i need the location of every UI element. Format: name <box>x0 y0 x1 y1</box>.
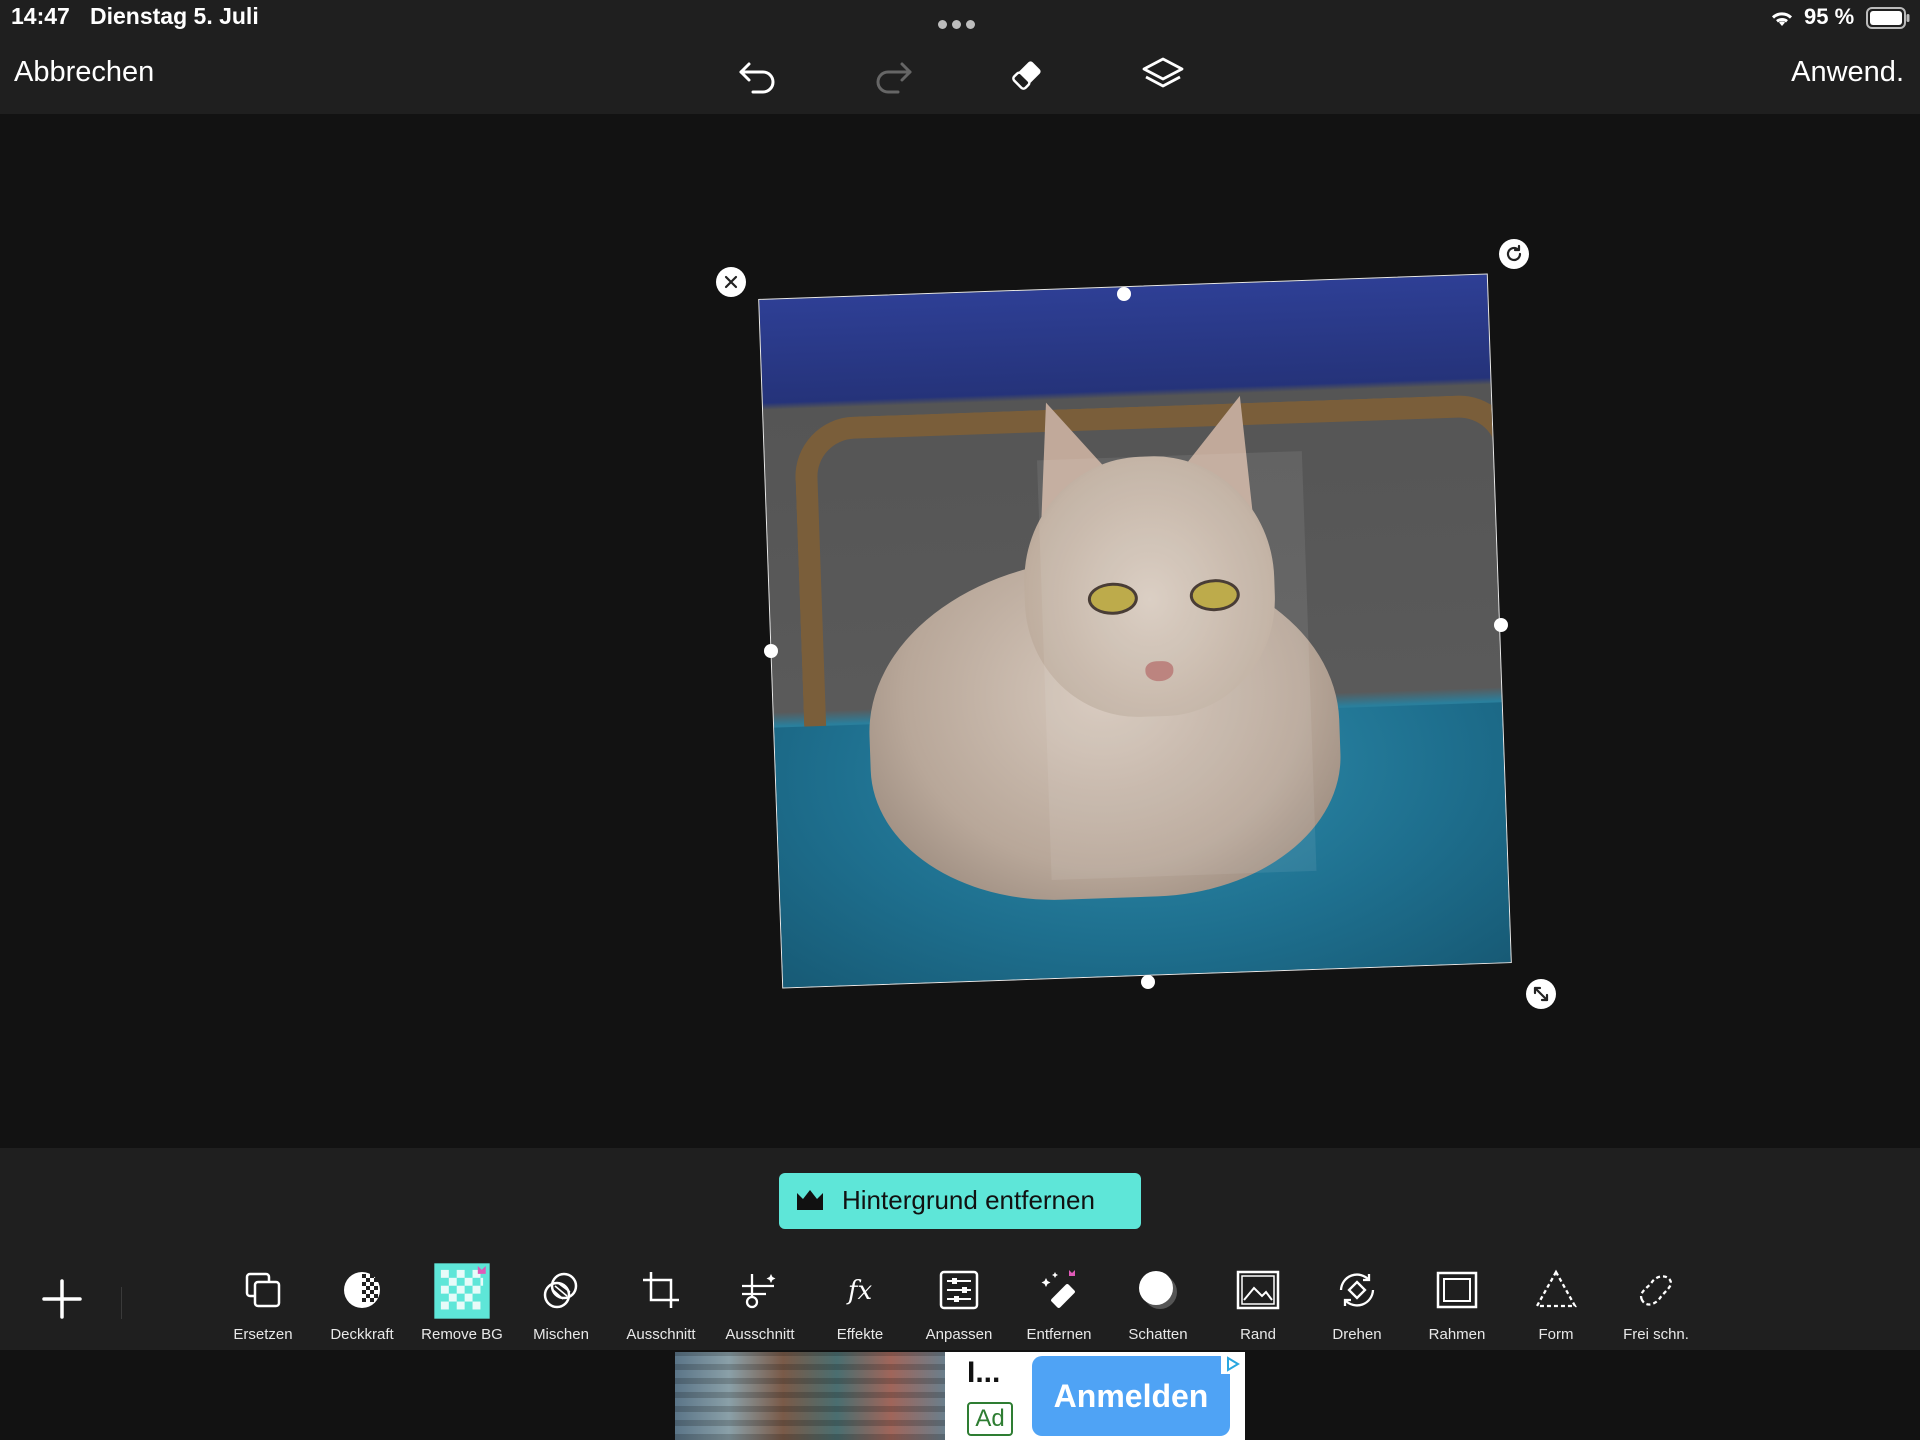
ad-banner[interactable]: I... Ad Anmelden <box>675 1352 1245 1440</box>
status-date: Dienstag 5. Juli <box>90 3 259 29</box>
replace-icon <box>245 1272 281 1308</box>
resize-handle-bottom[interactable] <box>1141 975 1155 989</box>
crop-icon <box>643 1272 679 1308</box>
eraser-icon[interactable] <box>1002 50 1052 100</box>
tool-label: Entfernen <box>1026 1326 1092 1343</box>
tool-effekte[interactable]: fx Effekte <box>812 1268 908 1350</box>
rotate-layer-button[interactable] <box>1499 239 1529 269</box>
action-bar: Hintergrund entfernen <box>0 1148 1920 1253</box>
tool-label: Form <box>1538 1326 1574 1343</box>
ad-image[interactable] <box>675 1352 945 1440</box>
tool-label: Rahmen <box>1428 1326 1486 1343</box>
frame-icon <box>1436 1271 1478 1309</box>
editor-top-bar: Abbrechen Anwend. <box>0 36 1920 114</box>
tool-drehen[interactable]: Drehen <box>1309 1268 1405 1350</box>
tool-label: Deckkraft <box>330 1326 394 1343</box>
undo-icon[interactable] <box>733 50 783 100</box>
tool-label: Rand <box>1240 1326 1276 1343</box>
tool-label: Anpassen <box>925 1326 993 1343</box>
adjust-icon <box>939 1270 979 1310</box>
tool-schatten[interactable]: Schatten <box>1110 1268 1206 1350</box>
crown-icon <box>797 1190 823 1210</box>
status-bar: 14:47 Dienstag 5. Juli 95 % <box>0 0 1920 36</box>
fx-icon: fx <box>846 1276 873 1306</box>
battery-percentage: 95 % <box>1804 4 1855 29</box>
tool-label: Effekte <box>836 1326 884 1343</box>
ad-badge: Ad <box>967 1402 1013 1436</box>
tool-anpassen[interactable]: Anpassen <box>911 1268 1007 1350</box>
resize-diagonal-icon <box>1533 986 1549 1002</box>
tool-form[interactable]: Form <box>1508 1268 1604 1350</box>
delete-layer-button[interactable] <box>716 267 746 297</box>
add-icon[interactable] <box>40 1277 84 1321</box>
tool-label: Ersetzen <box>233 1326 293 1343</box>
battery-icon <box>1866 7 1910 29</box>
tool-remove-bg[interactable]: Remove BG <box>414 1263 510 1350</box>
opacity-icon <box>344 1272 380 1308</box>
tool-label: Ausschnitt <box>725 1326 795 1343</box>
tool-label: Drehen <box>1332 1326 1382 1343</box>
toolbar-divider <box>121 1287 122 1319</box>
shape-icon <box>1535 1269 1577 1308</box>
ad-choices-icon[interactable] <box>1221 1354 1243 1374</box>
rotate-icon <box>1339 1273 1375 1307</box>
ad-signup-button[interactable]: Anmelden <box>1032 1356 1230 1436</box>
blend-icon <box>543 1272 578 1309</box>
freecut-icon <box>1639 1275 1673 1306</box>
cancel-button[interactable]: Abbrechen <box>14 56 154 89</box>
layers-icon[interactable] <box>1138 50 1188 100</box>
remove-icon <box>1041 1270 1075 1308</box>
remove-bg-icon <box>434 1263 490 1319</box>
cat-photo[interactable] <box>758 273 1512 989</box>
resize-handle-left[interactable] <box>764 644 778 658</box>
tool-label: Frei schn. <box>1623 1326 1689 1343</box>
apply-button[interactable]: Anwend. <box>1791 56 1904 89</box>
tool-label: Remove BG <box>421 1326 503 1343</box>
tool-label: Mischen <box>533 1326 589 1343</box>
tools-toolbar: Ersetzen Deckkraft Remove BG Mischen Aus… <box>0 1253 1920 1350</box>
tool-frei-schneiden[interactable]: Frei schn. <box>1608 1268 1704 1350</box>
redo-icon[interactable] <box>868 50 918 100</box>
ad-title: I... <box>967 1356 1001 1389</box>
shadow-icon <box>1139 1271 1177 1309</box>
selected-photo-layer[interactable] <box>758 273 1512 989</box>
rotate-arrow-icon <box>1506 244 1522 262</box>
tool-ersetzen[interactable]: Ersetzen <box>215 1268 311 1350</box>
tool-mischen[interactable]: Mischen <box>513 1268 609 1350</box>
tool-entfernen[interactable]: Entfernen <box>1011 1268 1107 1350</box>
cutout-icon <box>742 1274 776 1309</box>
remove-background-label: Hintergrund entfernen <box>842 1185 1095 1215</box>
tool-rand[interactable]: Rand <box>1210 1268 1306 1350</box>
multitasking-dots-icon[interactable] <box>938 16 982 29</box>
scale-layer-button[interactable] <box>1526 979 1556 1009</box>
tool-ausschnitt-cutout[interactable]: Ausschnitt <box>712 1268 808 1350</box>
close-icon <box>724 275 738 289</box>
subject-highlight <box>1036 451 1317 881</box>
resize-handle-right[interactable] <box>1494 618 1508 632</box>
resize-handle-top[interactable] <box>1117 287 1131 301</box>
tool-deckkraft[interactable]: Deckkraft <box>314 1268 410 1350</box>
tool-label: Schatten <box>1128 1326 1188 1343</box>
wifi-icon <box>1771 12 1793 26</box>
remove-background-button[interactable]: Hintergrund entfernen <box>779 1173 1141 1229</box>
tool-rahmen[interactable]: Rahmen <box>1409 1268 1505 1350</box>
tool-ausschnitt-crop[interactable]: Ausschnitt <box>613 1268 709 1350</box>
border-icon <box>1236 1270 1280 1310</box>
svg-text:fx: fx <box>846 1276 873 1306</box>
tool-label: Ausschnitt <box>626 1326 696 1343</box>
status-time: 14:47 <box>11 3 70 29</box>
